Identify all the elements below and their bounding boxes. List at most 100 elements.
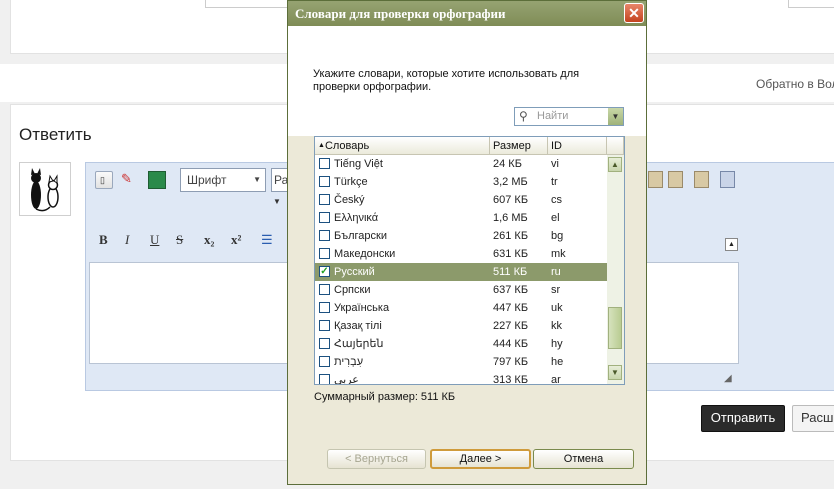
row-checkbox[interactable] bbox=[319, 302, 330, 313]
top-right-input[interactable] bbox=[788, 0, 834, 8]
eraser-icon[interactable]: ✎ bbox=[121, 171, 137, 187]
row-size: 261 КБ bbox=[493, 230, 529, 242]
row-checkbox[interactable] bbox=[319, 212, 330, 223]
table-row[interactable]: Ελληνικά 1,6 МБ el bbox=[315, 209, 607, 227]
row-checkbox[interactable] bbox=[319, 158, 330, 169]
source-button[interactable]: ▯ bbox=[95, 171, 113, 189]
collapse-toolbar-icon[interactable]: ▲ bbox=[725, 238, 738, 251]
table-row[interactable]: Македонски 631 КБ mk bbox=[315, 245, 607, 263]
row-checkbox[interactable] bbox=[319, 374, 330, 384]
font-select[interactable]: Шрифт ▼ bbox=[180, 168, 266, 192]
underline-button[interactable]: U bbox=[150, 232, 159, 248]
row-size: 631 КБ bbox=[493, 248, 529, 260]
row-checkbox[interactable] bbox=[319, 194, 330, 205]
dialog-title-bar[interactable]: Словари для проверки орфографии ✕ bbox=[288, 1, 646, 26]
avatar bbox=[19, 162, 71, 216]
table-row[interactable]: Český 607 КБ cs bbox=[315, 191, 607, 209]
subscript-button[interactable]: x₂ bbox=[204, 232, 214, 248]
column-header-id-label: ID bbox=[551, 140, 562, 152]
close-button[interactable]: ✕ bbox=[624, 3, 644, 23]
row-name: Русский bbox=[334, 266, 375, 278]
search-dropdown-button[interactable]: ▼ bbox=[608, 108, 623, 125]
scroll-down-button[interactable]: ▼ bbox=[608, 365, 622, 380]
column-header-name[interactable]: ▲Словарь bbox=[315, 137, 490, 155]
column-header-id[interactable]: ID bbox=[548, 137, 607, 155]
bold-button[interactable]: B bbox=[99, 232, 108, 248]
row-checkbox[interactable] bbox=[319, 248, 330, 259]
row-checkbox[interactable] bbox=[319, 320, 330, 331]
extended-button[interactable]: Расш bbox=[792, 405, 834, 432]
row-name: Українська bbox=[334, 302, 390, 314]
cat-avatar-icon bbox=[31, 168, 59, 212]
row-checkbox[interactable] bbox=[319, 176, 330, 187]
search-field[interactable]: ⚲ Найти ▼ bbox=[514, 107, 624, 126]
row-name: עִבְרִית bbox=[334, 356, 364, 368]
row-checkbox-checked[interactable]: ✓ bbox=[319, 266, 330, 277]
insert-block-icon[interactable] bbox=[148, 171, 166, 189]
source-icon: ▯ bbox=[100, 175, 105, 185]
row-name: عربي bbox=[334, 374, 359, 385]
submit-button[interactable]: Отправить bbox=[701, 405, 785, 432]
paste-special-icon[interactable] bbox=[720, 171, 735, 188]
table-row-selected[interactable]: ✓ Русский 511 КБ ru bbox=[315, 263, 607, 281]
reply-title: Ответить bbox=[19, 125, 92, 144]
table-row[interactable]: Українська 447 КБ uk bbox=[315, 299, 607, 317]
table-row[interactable]: Српски 637 КБ sr bbox=[315, 281, 607, 299]
row-checkbox[interactable] bbox=[319, 284, 330, 295]
superscript-button[interactable]: x² bbox=[231, 232, 241, 248]
column-header-name-label: Словарь bbox=[324, 140, 370, 152]
table-row[interactable]: עִבְרִית 797 КБ he bbox=[315, 353, 607, 371]
paste-text-icon[interactable] bbox=[668, 171, 683, 188]
table-row[interactable]: عربي 313 КБ ar bbox=[315, 371, 607, 385]
row-size: 511 КБ bbox=[493, 266, 528, 278]
row-id: uk bbox=[551, 302, 563, 314]
search-placeholder: Найти bbox=[537, 110, 569, 122]
back-link[interactable]: Обратно в Вол bbox=[756, 77, 834, 91]
bullet-list-icon[interactable]: ☰ bbox=[261, 232, 273, 248]
column-header-size[interactable]: Размер bbox=[490, 137, 548, 155]
chevron-up-icon: ▲ bbox=[611, 160, 619, 169]
top-left-input[interactable] bbox=[205, 0, 292, 8]
format-row: B I U S x₂ x² ☰ bbox=[97, 231, 287, 251]
row-name: Tiếng Việt bbox=[334, 158, 383, 170]
row-id: mk bbox=[551, 248, 566, 260]
strike-button[interactable]: S bbox=[176, 232, 183, 248]
table-row[interactable]: Tiếng Việt 24 КБ vi bbox=[315, 155, 607, 173]
row-size: 313 КБ bbox=[493, 374, 529, 385]
row-checkbox[interactable] bbox=[319, 338, 330, 349]
spellcheck-dialog: Словари для проверки орфографии ✕ Укажит… bbox=[287, 0, 647, 485]
table-row[interactable]: Türkçe 3,2 МБ tr bbox=[315, 173, 607, 191]
scroll-thumb[interactable] bbox=[608, 307, 622, 349]
row-name: Македонски bbox=[334, 248, 396, 260]
size-dropdown-arrow[interactable]: ▼ bbox=[273, 197, 285, 209]
row-id: bg bbox=[551, 230, 564, 242]
back-button[interactable]: < Вернуться bbox=[327, 449, 426, 469]
cancel-button[interactable]: Отмена bbox=[533, 449, 634, 469]
table-row[interactable]: Български 261 КБ bg bbox=[315, 227, 607, 245]
row-checkbox[interactable] bbox=[319, 356, 330, 367]
chevron-down-icon: ▼ bbox=[253, 175, 261, 184]
row-id: cs bbox=[551, 194, 562, 206]
table-row[interactable]: Қазақ тілі 227 КБ kk bbox=[315, 317, 607, 335]
italic-button[interactable]: I bbox=[125, 232, 129, 248]
row-id: ru bbox=[551, 266, 561, 278]
chevron-down-icon: ▼ bbox=[611, 112, 620, 121]
row-checkbox[interactable] bbox=[319, 230, 330, 241]
next-button[interactable]: Далее > bbox=[430, 449, 531, 469]
row-id: kk bbox=[551, 320, 562, 332]
dialog-instructions: Укажите словари, которые хотите использо… bbox=[313, 68, 580, 93]
row-name: Српски bbox=[334, 284, 371, 296]
paste-icons bbox=[648, 171, 735, 188]
scroll-up-button[interactable]: ▲ bbox=[608, 157, 622, 172]
dictionary-table: ▲Словарь Размер ID Tiếng Việt 24 КБ vi Tür… bbox=[314, 136, 625, 385]
paste-word-icon[interactable] bbox=[694, 171, 709, 188]
paste-icon[interactable] bbox=[648, 171, 663, 188]
resize-handle-icon[interactable]: ◢ bbox=[724, 373, 736, 385]
vertical-scrollbar[interactable]: ▲ ▼ bbox=[607, 155, 624, 384]
row-name: Ελληνικά bbox=[334, 212, 379, 224]
row-id: el bbox=[551, 212, 560, 224]
table-row[interactable]: Հայերեն 444 КБ hy bbox=[315, 335, 607, 353]
close-icon: ✕ bbox=[628, 5, 640, 21]
row-id: ar bbox=[551, 374, 561, 385]
row-id: hy bbox=[551, 338, 563, 350]
